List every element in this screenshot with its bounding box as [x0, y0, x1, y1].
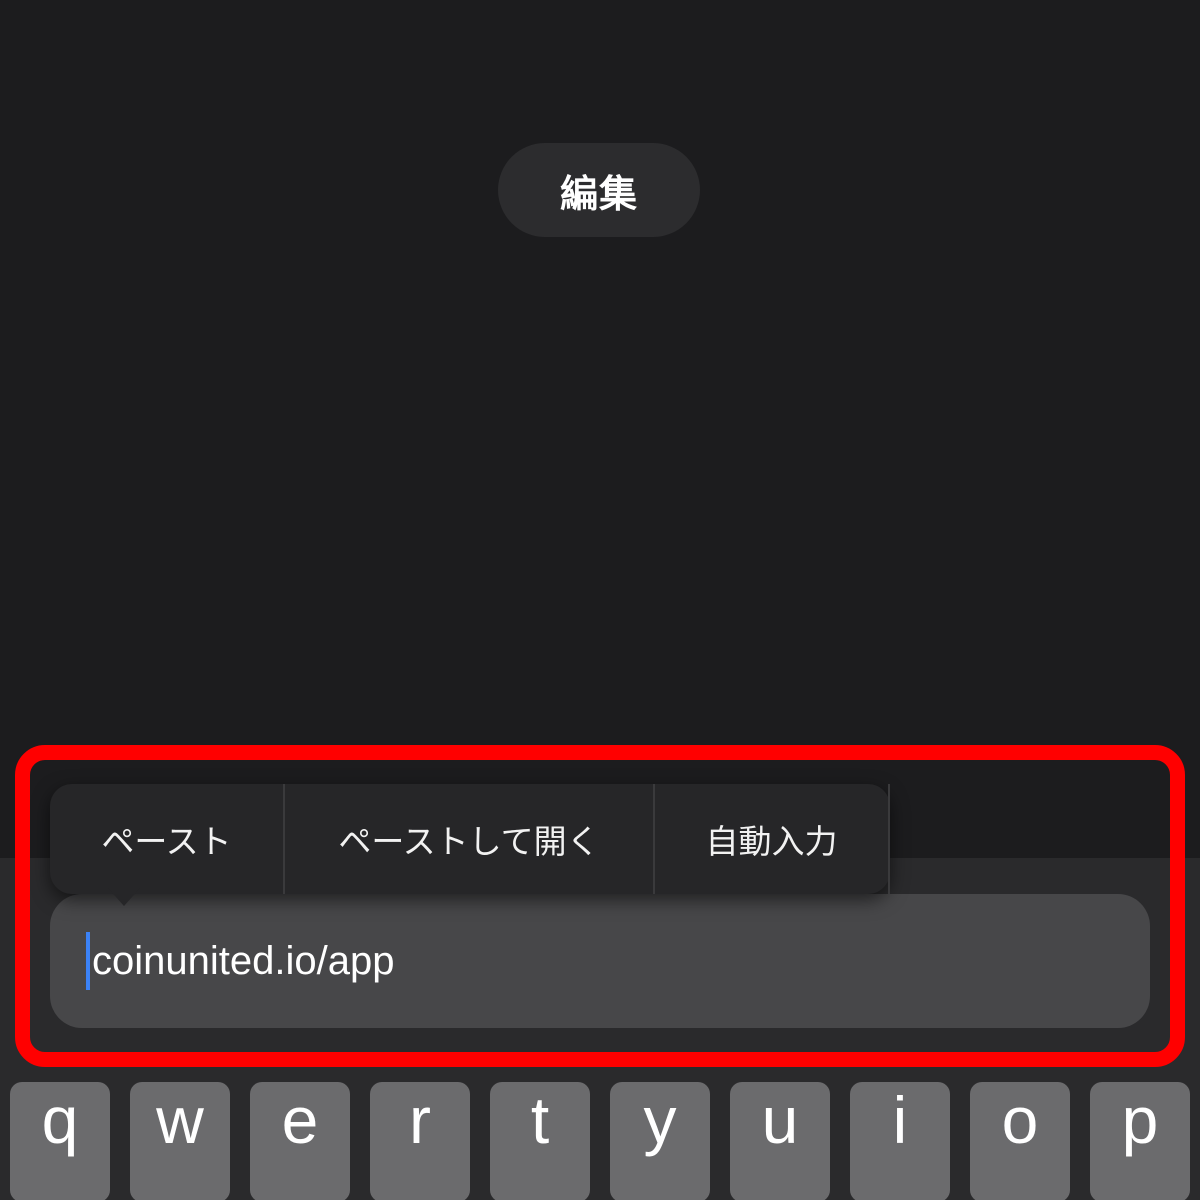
menu-item-paste-and-open[interactable]: ペーストして開く [285, 784, 655, 894]
edit-button[interactable]: 編集 [498, 143, 700, 237]
screen: 編集 ペースト ペーストして開く 自動入力 coinunited.io/app … [0, 0, 1200, 1200]
key-r[interactable]: r [370, 1082, 470, 1200]
key-i[interactable]: i [850, 1082, 950, 1200]
keyboard-row-top: q w e r t y u i o p [0, 1082, 1200, 1200]
context-menu: ペースト ペーストして開く 自動入力 [50, 784, 890, 906]
context-menu-pointer [108, 888, 140, 906]
key-o[interactable]: o [970, 1082, 1070, 1200]
menu-item-autofill[interactable]: 自動入力 [655, 784, 890, 894]
url-input-value: coinunited.io/app [92, 938, 395, 983]
key-t[interactable]: t [490, 1082, 590, 1200]
text-caret [86, 932, 90, 990]
key-y[interactable]: y [610, 1082, 710, 1200]
menu-item-paste[interactable]: ペースト [50, 784, 285, 894]
url-input[interactable]: coinunited.io/app [50, 894, 1150, 1028]
key-p[interactable]: p [1090, 1082, 1190, 1200]
key-e[interactable]: e [250, 1082, 350, 1200]
key-w[interactable]: w [130, 1082, 230, 1200]
key-u[interactable]: u [730, 1082, 830, 1200]
key-q[interactable]: q [10, 1082, 110, 1200]
